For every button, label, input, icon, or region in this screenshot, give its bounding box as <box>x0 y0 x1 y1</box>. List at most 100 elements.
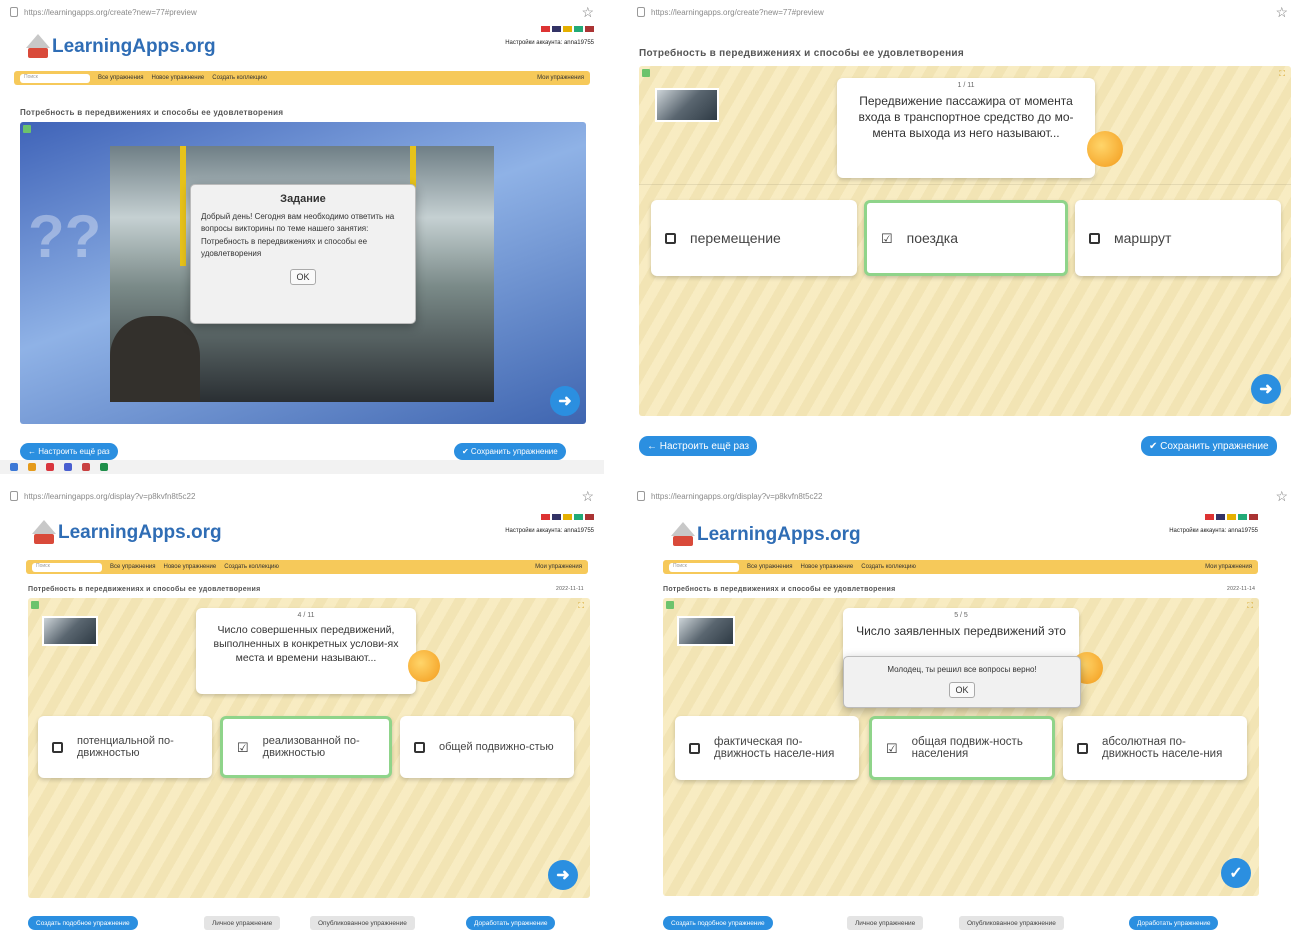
nav-new-exercise[interactable]: Новое упражнение <box>164 564 217 570</box>
browser-icon[interactable] <box>28 463 36 471</box>
flag-icon[interactable] <box>541 514 550 520</box>
check-result-button[interactable]: ✓ <box>1221 858 1251 888</box>
nav-my-exercises[interactable]: Мои упражнения <box>537 75 584 81</box>
answer-option[interactable]: потенциальной по-движностью <box>38 716 212 778</box>
flag-icon[interactable] <box>563 514 572 520</box>
nav-all-exercises[interactable]: Все упражнения <box>98 75 144 81</box>
reconfigure-button[interactable]: ← Настроить ещё раз <box>20 443 118 460</box>
nav-create-collection[interactable]: Создать коллекцию <box>224 564 279 570</box>
fullscreen-icon[interactable]: ⛶ <box>578 601 584 611</box>
private-exercise-toggle[interactable]: Личное упражнение <box>847 916 924 930</box>
nav-all-exercises[interactable]: Все упражнения <box>110 564 156 570</box>
ok-button[interactable]: OK <box>949 682 975 698</box>
browser-address-bar[interactable]: https://learningapps.org/create?new=77#p… <box>627 0 1298 24</box>
nav-new-exercise[interactable]: Новое упражнение <box>801 564 854 570</box>
lock-icon <box>10 7 18 17</box>
question-counter: 4 / 11 <box>297 612 315 619</box>
nav-my-exercises[interactable]: Мои упражнения <box>1205 564 1252 570</box>
answer-option[interactable]: общей подвижно-стью <box>400 716 574 778</box>
fullscreen-icon[interactable]: ⛶ <box>1247 601 1253 611</box>
account-settings-link[interactable]: Настройки аккаунта: anna19755 <box>1169 528 1258 534</box>
browser-address-bar[interactable]: https://learningapps.org/create?new=77#p… <box>0 0 604 24</box>
url-text[interactable]: https://learningapps.org/create?new=77#p… <box>24 8 197 17</box>
site-logo[interactable]: LearningApps.org <box>667 522 861 548</box>
header-right: Настройки аккаунта: anna19755 <box>505 26 594 46</box>
next-arrow-button[interactable]: ➜ <box>1251 374 1281 404</box>
url-text[interactable]: https://learningapps.org/display?v=p8kvf… <box>651 492 822 501</box>
search-input[interactable]: Поиск <box>32 562 102 572</box>
flag-icon[interactable] <box>1238 514 1247 520</box>
answer-option-selected[interactable]: ☑ общая подвиж-ность населения <box>869 716 1055 780</box>
windows-icon[interactable] <box>10 463 18 471</box>
answer-option[interactable]: перемещение <box>651 200 857 276</box>
account-settings-link[interactable]: Настройки аккаунта: anna19755 <box>505 40 594 46</box>
logo-icon <box>28 520 58 546</box>
app-icon <box>642 69 650 77</box>
create-similar-button[interactable]: Создать подобное упражнение <box>28 916 138 930</box>
flag-icon[interactable] <box>574 514 583 520</box>
next-arrow-button[interactable]: ➜ <box>550 386 580 416</box>
page-title: Потребность в передвижениях и способы ее… <box>663 586 896 593</box>
create-similar-button[interactable]: Создать подобное упражнение <box>663 916 773 930</box>
flag-icon[interactable] <box>574 26 583 32</box>
app-icon[interactable] <box>100 463 108 471</box>
flag-icon[interactable] <box>1216 514 1225 520</box>
public-exercise-toggle[interactable]: Опубликованное упражнение <box>959 916 1064 930</box>
private-exercise-toggle[interactable]: Личное упражнение <box>204 916 281 930</box>
site-logo[interactable]: LearningApps.org <box>22 34 216 60</box>
browser-address-bar[interactable]: https://learningapps.org/display?v=p8kvf… <box>0 484 604 508</box>
edit-exercise-button[interactable]: Доработать упражнение <box>466 916 556 930</box>
nav-new-exercise[interactable]: Новое упражнение <box>152 75 205 81</box>
reconfigure-button[interactable]: ← Настроить ещё раз <box>639 436 758 456</box>
bus-thumbnail-image <box>655 88 719 122</box>
exercise-stage: ⛶ 1 / 11 Передвижение пассажира от момен… <box>639 66 1291 416</box>
search-input[interactable]: Поиск <box>669 562 739 572</box>
browser-address-bar[interactable]: https://learningapps.org/display?v=p8kvf… <box>627 484 1298 508</box>
nav-my-exercises[interactable]: Мои упражнения <box>535 564 582 570</box>
language-flags[interactable] <box>1169 514 1258 520</box>
nav-create-collection[interactable]: Создать коллекцию <box>212 75 267 81</box>
nav-all-exercises[interactable]: Все упражнения <box>747 564 793 570</box>
url-text[interactable]: https://learningapps.org/create?new=77#p… <box>651 8 824 17</box>
ok-button[interactable]: OK <box>290 268 316 285</box>
site-logo[interactable]: LearningApps.org <box>28 520 222 546</box>
star-icon[interactable]: ☆ <box>1275 488 1288 505</box>
star-icon[interactable]: ☆ <box>581 4 594 21</box>
star-icon[interactable]: ☆ <box>1275 4 1288 21</box>
account-settings-link[interactable]: Настройки аккаунта: anna19755 <box>505 528 594 534</box>
flag-icon[interactable] <box>541 26 550 32</box>
answer-option[interactable]: маршрут <box>1075 200 1281 276</box>
save-exercise-button[interactable]: ✔ Сохранить упражнение <box>1141 436 1277 456</box>
answer-option-selected[interactable]: ☑ реализованной по-движностью <box>220 716 392 778</box>
save-exercise-button[interactable]: ✔ Сохранить упражнение <box>454 443 566 460</box>
smiley-icon <box>408 650 440 682</box>
flag-icon[interactable] <box>552 26 561 32</box>
flag-icon[interactable] <box>585 26 594 32</box>
flag-icon[interactable] <box>552 514 561 520</box>
public-exercise-toggle[interactable]: Опубликованное упражнение <box>310 916 415 930</box>
next-arrow-button[interactable]: ➜ <box>548 860 578 890</box>
smiley-icon <box>1087 131 1123 167</box>
nav-create-collection[interactable]: Создать коллекцию <box>861 564 916 570</box>
flag-icon[interactable] <box>1227 514 1236 520</box>
flag-icon[interactable] <box>563 26 572 32</box>
language-flags[interactable] <box>505 26 594 32</box>
app-icon[interactable] <box>64 463 72 471</box>
flag-icon[interactable] <box>1205 514 1214 520</box>
search-input[interactable]: Поиск <box>20 73 90 83</box>
app-icon[interactable] <box>82 463 90 471</box>
star-icon[interactable]: ☆ <box>581 488 594 505</box>
fullscreen-icon[interactable]: ⛶ <box>1279 69 1285 79</box>
edit-exercise-button[interactable]: Доработать упражнение <box>1129 916 1219 930</box>
lock-icon <box>10 491 18 501</box>
url-text[interactable]: https://learningapps.org/display?v=p8kvf… <box>24 492 195 501</box>
answer-option[interactable]: абсолютная по-движность населе-ния <box>1063 716 1247 780</box>
logo-text: LearningApps.org <box>52 36 216 57</box>
answer-option-selected[interactable]: ☑ поездка <box>864 200 1068 276</box>
flag-icon[interactable] <box>1249 514 1258 520</box>
app-icon[interactable] <box>46 463 54 471</box>
success-message: Молодец, ты решил все вопросы верно! <box>887 665 1037 674</box>
flag-icon[interactable] <box>585 514 594 520</box>
language-flags[interactable] <box>505 514 594 520</box>
answer-option[interactable]: фактическая по-движность населе-ния <box>675 716 859 780</box>
